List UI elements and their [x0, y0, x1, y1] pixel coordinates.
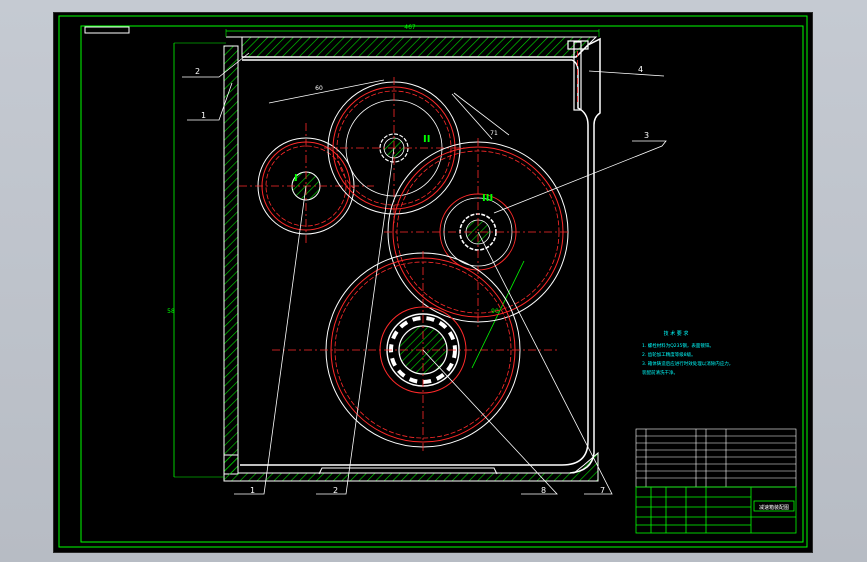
- callout-4: 4: [638, 65, 643, 74]
- drawing-name: 减速箱装配图: [759, 504, 789, 511]
- notes-line-2: 2. 齿轮加工精度等级8级。: [642, 351, 696, 358]
- callout-1-bottom: 1: [250, 486, 255, 495]
- notes-line-3: 3. 箱体铸造后应进行时效处理以消除内应力，: [642, 360, 733, 367]
- dim-top-label: 467: [404, 24, 416, 31]
- gear-2: [324, 77, 466, 223]
- callout-8: 8: [541, 486, 546, 495]
- housing-bottom: [223, 451, 599, 482]
- dim-left-label: 58: [167, 308, 175, 315]
- outer-frame: [58, 15, 808, 548]
- dim-a-label: 60: [315, 85, 323, 92]
- gear-3: [384, 138, 569, 328]
- notes-line-1: 1. 螺栓材料为Q235钢，表面镀锌。: [642, 342, 714, 349]
- callout-2-bottom: 2: [333, 486, 338, 495]
- housing-top-flange: [226, 36, 598, 58]
- parts-list: [635, 428, 797, 488]
- housing-inner-wall: [240, 59, 589, 466]
- gear-train: [239, 77, 569, 453]
- assembly-drawing: 467 58 60 71 90 I II III 2 1 4 3 1 2 8 7…: [58, 15, 808, 548]
- notes-line-4: 装配前清洗干净。: [642, 369, 678, 376]
- gear-1: [239, 123, 374, 245]
- callouts: 2 1 4 3 1 2 8 7: [195, 65, 649, 495]
- corner-tag: [84, 26, 130, 34]
- callout-2-top: 1: [201, 111, 206, 120]
- callout-7: 7: [600, 486, 605, 495]
- technical-notes: 技 术 要 求 1. 螺栓材料为Q235钢，表面镀锌。 2. 齿轮加工精度等级8…: [642, 330, 733, 376]
- callout-1-top: 2: [195, 67, 200, 76]
- housing-outer-wall: [242, 37, 601, 474]
- cad-viewport[interactable]: 467 58 60 71 90 I II III 2 1 4 3 1 2 8 7…: [0, 0, 867, 562]
- dim-b-label: 71: [490, 130, 498, 137]
- notes-title: 技 术 要 求: [664, 330, 689, 337]
- shaft-label-3: III: [482, 193, 493, 204]
- output-gear: [272, 251, 559, 453]
- shaft-label-1: I: [294, 173, 298, 184]
- callout-3: 3: [644, 131, 649, 140]
- drawing-canvas[interactable]: 467 58 60 71 90 I II III 2 1 4 3 1 2 8 7…: [53, 12, 813, 553]
- housing-left-wall: [223, 45, 239, 475]
- shaft-label-2: II: [423, 134, 430, 145]
